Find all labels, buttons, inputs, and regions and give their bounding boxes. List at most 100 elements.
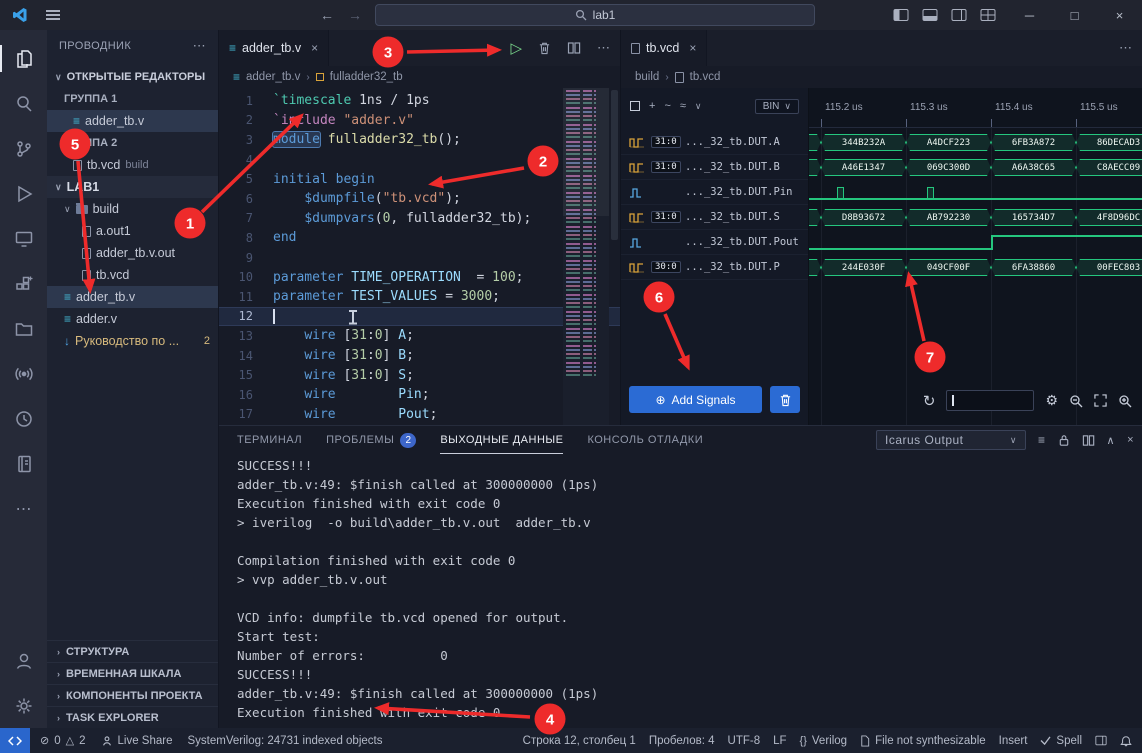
section-task-explorer[interactable]: ›TASK EXPLORER: [47, 706, 218, 728]
command-center-search[interactable]: lab1: [375, 4, 815, 26]
code-line[interactable]: 6 $dumpfile("tb.vcd");: [219, 189, 620, 209]
editor-more-icon[interactable]: ⋯: [597, 40, 610, 56]
signal-row[interactable]: 31:0..._32_tb.DUT.B: [621, 155, 808, 180]
split-editor-icon[interactable]: [567, 41, 581, 55]
code-editor[interactable]: 1`timescale 1ns / 1ps2`include "adder.v"…: [219, 88, 620, 425]
minimize-button[interactable]: ─: [1007, 0, 1052, 30]
toggle-secondary-sidebar-icon[interactable]: [951, 8, 967, 22]
remote-indicator[interactable]: [0, 728, 30, 753]
close-panel-icon[interactable]: ×: [1127, 434, 1134, 446]
tree-item[interactable]: tb.vcd: [47, 264, 218, 286]
code-line[interactable]: 12: [219, 307, 620, 327]
tree-item[interactable]: a.out1: [47, 220, 218, 242]
code-line[interactable]: 10parameter TIME_OPERATION = 100;: [219, 267, 620, 287]
notifications-bell-icon[interactable]: [1120, 735, 1132, 747]
chevron-down-icon[interactable]: ∨: [695, 101, 702, 112]
language-mode[interactable]: {}Verilog: [800, 735, 848, 747]
tree-item[interactable]: ↓Руководство по ...2: [47, 330, 218, 352]
menu-hamburger-icon[interactable]: [46, 14, 60, 16]
encoding-status[interactable]: UTF-8: [728, 735, 761, 747]
activity-account[interactable]: [0, 638, 47, 683]
toggle-sidebar-icon[interactable]: [893, 8, 909, 22]
activity-timeline[interactable]: [0, 396, 47, 441]
live-share-status[interactable]: Live Share: [101, 735, 173, 747]
wave-row[interactable]: A46E1347069C300DA6A38C65C8AECC09: [809, 155, 1142, 180]
synthesis-status[interactable]: File not synthesizable: [860, 735, 986, 747]
close-window-button[interactable]: ×: [1097, 0, 1142, 30]
tree-item[interactable]: ≡adder_tb.v: [47, 110, 218, 132]
code-line[interactable]: 13 wire [31:0] A;: [219, 326, 620, 346]
code-line[interactable]: 8end: [219, 228, 620, 248]
gear-icon[interactable]: ⚙: [1045, 392, 1058, 409]
close-tab-icon[interactable]: ×: [311, 41, 318, 55]
insert-mode[interactable]: Insert: [999, 735, 1028, 747]
code-line[interactable]: 16 wire Pin;: [219, 385, 620, 405]
tab-output[interactable]: ВЫХОДНЫЕ ДАННЫЕ: [440, 426, 563, 454]
lock-scroll-icon[interactable]: [1058, 434, 1070, 447]
activity-more-icon[interactable]: ⋯: [0, 486, 47, 531]
tab-debug-console[interactable]: КОНСОЛЬ ОТЛАДКИ: [587, 426, 703, 454]
activity-settings-gear[interactable]: [0, 683, 47, 728]
breadcrumb[interactable]: ≡ adder_tb.v › fulladder32_tb: [219, 66, 620, 88]
code-line[interactable]: 5initial begin: [219, 169, 620, 189]
zoom-fit-icon[interactable]: [1094, 394, 1107, 407]
select-signals-icon[interactable]: [630, 101, 640, 111]
code-line[interactable]: 17 wire Pout;: [219, 405, 620, 425]
breadcrumb[interactable]: build › tb.vcd: [621, 66, 1142, 88]
code-line[interactable]: 7 $dumpvars(0, fulladder32_tb);: [219, 209, 620, 229]
wave-row[interactable]: 344B232AA4DCF2236FB3A87286DECAD3: [809, 130, 1142, 155]
tree-group[interactable]: ГРУППА 2: [47, 132, 218, 154]
tab-tb.vcd[interactable]: tb.vcd ×: [621, 30, 707, 66]
tab-adder_tb.v[interactable]: ≡ adder_tb.v ×: [219, 30, 329, 66]
maximize-button[interactable]: □: [1052, 0, 1097, 30]
section-timeline[interactable]: ›ВРЕМЕННАЯ ШКАЛА: [47, 662, 218, 684]
close-tab-icon[interactable]: ×: [689, 41, 696, 55]
eol-status[interactable]: LF: [773, 735, 786, 747]
wave-row[interactable]: [809, 230, 1142, 255]
tree-item[interactable]: adder_tb.v.out: [47, 242, 218, 264]
time-search-input[interactable]: [946, 390, 1034, 411]
problems-status[interactable]: ⊘0 △2: [40, 734, 86, 747]
indentation-status[interactable]: Пробелов: 4: [649, 735, 715, 747]
code-line[interactable]: 4: [219, 150, 620, 170]
forward-button[interactable]: →: [348, 7, 362, 23]
tree-item[interactable]: ≡adder.v: [47, 308, 218, 330]
activity-notebook[interactable]: [0, 441, 47, 486]
wave-row[interactable]: D8B93672AB792230165734D74F8D96DC: [809, 205, 1142, 230]
code-line[interactable]: 14 wire [31:0] B;: [219, 346, 620, 366]
activity-live-share[interactable]: [0, 351, 47, 396]
zoom-in-icon[interactable]: [1118, 394, 1132, 408]
remove-signals-button[interactable]: [770, 386, 800, 413]
editor-scrollbar[interactable]: [609, 88, 620, 425]
tree-root[interactable]: ∨LAB1: [47, 176, 218, 198]
tree-header[interactable]: ∨ОТКРЫТЫЕ РЕДАКТОРЫ: [47, 66, 218, 88]
tree-item[interactable]: tb.vcdbuild: [47, 154, 218, 176]
section-outline[interactable]: ›СТРУКТУРА: [47, 640, 218, 662]
back-button[interactable]: ←: [320, 7, 334, 23]
toggle-panel-icon[interactable]: [922, 8, 938, 22]
activity-project-manager[interactable]: [0, 306, 47, 351]
maximize-panel-icon[interactable]: ∧: [1107, 434, 1116, 447]
activity-search[interactable]: [0, 81, 47, 126]
tree-group[interactable]: ГРУППА 1: [47, 88, 218, 110]
activity-run-debug[interactable]: [0, 171, 47, 216]
split-panel-icon[interactable]: [1082, 434, 1095, 447]
code-line[interactable]: 15 wire [31:0] S;: [219, 365, 620, 385]
tilde-icon[interactable]: ~: [664, 100, 670, 112]
customize-layout-icon[interactable]: [980, 8, 996, 22]
scrollbar-thumb[interactable]: [611, 90, 618, 240]
code-line[interactable]: 11parameter TEST_VALUES = 3000;: [219, 287, 620, 307]
signal-row[interactable]: ..._32_tb.DUT.Pout: [621, 230, 808, 255]
code-line[interactable]: 9: [219, 248, 620, 268]
sidebar-more-icon[interactable]: ⋯: [193, 38, 206, 54]
activity-explorer[interactable]: [0, 36, 47, 81]
tab-terminal[interactable]: ТЕРМИНАЛ: [237, 426, 302, 454]
wave-panel[interactable]: 115.2 us115.3 us115.4 us115.5 us 344B232…: [809, 88, 1142, 425]
section-project-components[interactable]: ›КОМПОНЕНТЫ ПРОЕКТА: [47, 684, 218, 706]
trash-icon[interactable]: [538, 41, 551, 55]
output-channel-select[interactable]: Icarus Output ∨: [876, 430, 1026, 450]
tree-folder[interactable]: ∨build: [47, 198, 218, 220]
code-line[interactable]: 1`timescale 1ns / 1ps: [219, 91, 620, 111]
minimap[interactable]: [563, 88, 609, 425]
run-button[interactable]: ▷: [510, 39, 522, 57]
